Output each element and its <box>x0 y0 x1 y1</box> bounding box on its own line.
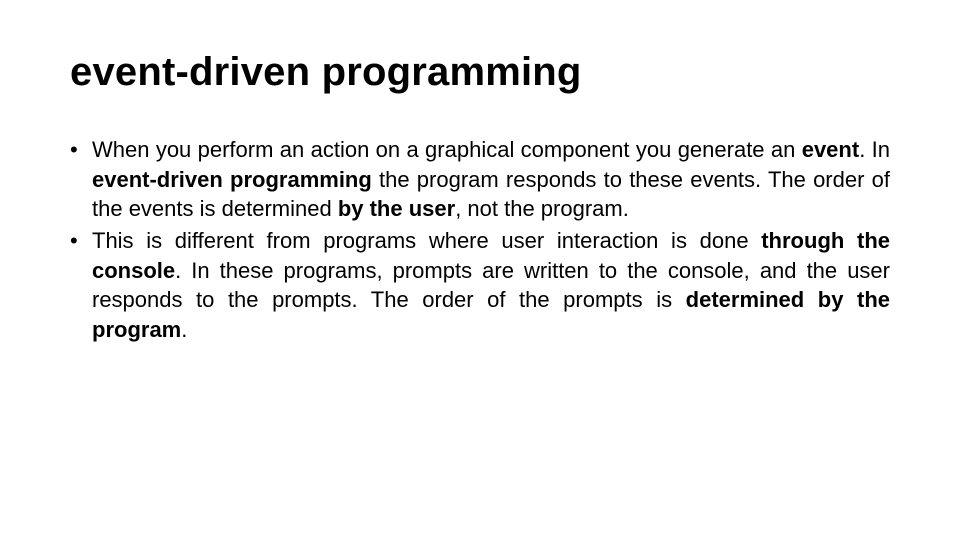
text-run: . <box>181 317 187 342</box>
bullet-item: When you perform an action on a graphica… <box>70 135 890 224</box>
text-run: When you perform an action on a graphica… <box>92 137 802 162</box>
text-run: . In <box>859 137 890 162</box>
text-run: event <box>802 137 859 162</box>
slide: event-driven programming When you perfor… <box>0 0 960 540</box>
text-run: , not the program. <box>455 196 629 221</box>
bullet-list: When you perform an action on a graphica… <box>70 135 890 345</box>
text-run: event-driven programming <box>92 167 372 192</box>
text-run: by the user <box>338 196 455 221</box>
text-run: This is different from programs where us… <box>92 228 761 253</box>
slide-title: event-driven programming <box>70 50 890 95</box>
bullet-item: This is different from programs where us… <box>70 226 890 345</box>
